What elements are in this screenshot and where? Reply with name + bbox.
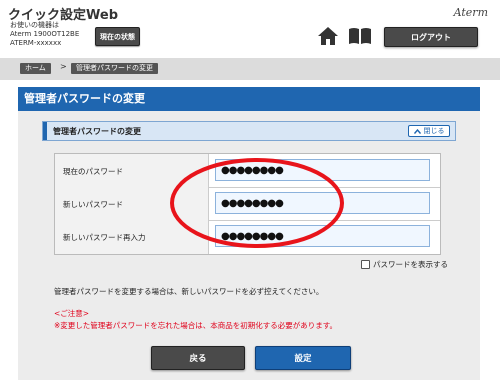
- page-title: 管理者パスワードの変更: [18, 87, 480, 111]
- header: クイック設定Web お使いの機器は Aterm 1900OT12BE ATERM…: [0, 0, 500, 58]
- current-password-label: 現在のパスワード: [63, 167, 123, 176]
- new-password-input[interactable]: [215, 192, 430, 214]
- device-model: Aterm 1900OT12BE: [10, 30, 80, 38]
- logout-button[interactable]: ログアウト: [384, 27, 478, 47]
- form-row-current-password: 現在のパスワード: [55, 154, 440, 188]
- show-password-checkbox[interactable]: [361, 260, 370, 269]
- password-form: 現在のパスワード 新しいパスワード 新しいパスワード再入力: [54, 153, 441, 255]
- show-password-label: パスワードを表示する: [373, 260, 448, 269]
- show-password-toggle[interactable]: パスワードを表示する: [361, 259, 448, 270]
- row-label-cell: 新しいパスワード: [55, 187, 209, 220]
- caution-title: <ご注意>: [54, 309, 90, 318]
- caution-text: ※変更した管理者パスワードを忘れた場合は、本商品を初期化する必要があります。: [54, 321, 338, 330]
- section-header: 管理者パスワードの変更 閉じる: [42, 121, 456, 141]
- device-info: お使いの機器は Aterm 1900OT12BE ATERM-xxxxxx: [10, 21, 79, 48]
- book-icon[interactable]: [348, 27, 372, 45]
- confirm-password-input[interactable]: [215, 225, 430, 247]
- form-row-new-password: 新しいパスワード: [55, 187, 440, 221]
- home-icon[interactable]: [318, 26, 338, 46]
- breadcrumb-separator: >: [60, 62, 67, 71]
- new-password-label: 新しいパスワード: [63, 200, 123, 209]
- section-title: 管理者パスワードの変更: [53, 127, 141, 136]
- instruction-text: 管理者パスワードを変更する場合は、新しいパスワードを必ず控えてください。: [54, 287, 324, 296]
- current-status-button[interactable]: 現在の状態: [95, 27, 140, 46]
- close-button-label: 閉じる: [423, 127, 445, 135]
- device-name: ATERM-xxxxxx: [10, 39, 62, 47]
- confirm-password-label: 新しいパスワード再入力: [63, 233, 146, 242]
- current-password-input[interactable]: [215, 159, 430, 181]
- chevron-up-icon: [413, 128, 421, 134]
- row-label-cell: 新しいパスワード再入力: [55, 220, 209, 254]
- form-row-confirm-password: 新しいパスワード再入力: [55, 220, 440, 254]
- section-close-button[interactable]: 閉じる: [408, 125, 450, 137]
- breadcrumb-home-link[interactable]: ホーム: [20, 63, 51, 74]
- settings-button[interactable]: 設定: [255, 346, 351, 370]
- row-label-cell: 現在のパスワード: [55, 154, 209, 187]
- back-button[interactable]: 戻る: [151, 346, 245, 370]
- device-info-line: お使いの機器は: [10, 21, 59, 29]
- breadcrumb-current: 管理者パスワードの変更: [71, 63, 158, 74]
- brand-logo: Aterm: [453, 6, 488, 19]
- section-accent-bar: [43, 122, 47, 140]
